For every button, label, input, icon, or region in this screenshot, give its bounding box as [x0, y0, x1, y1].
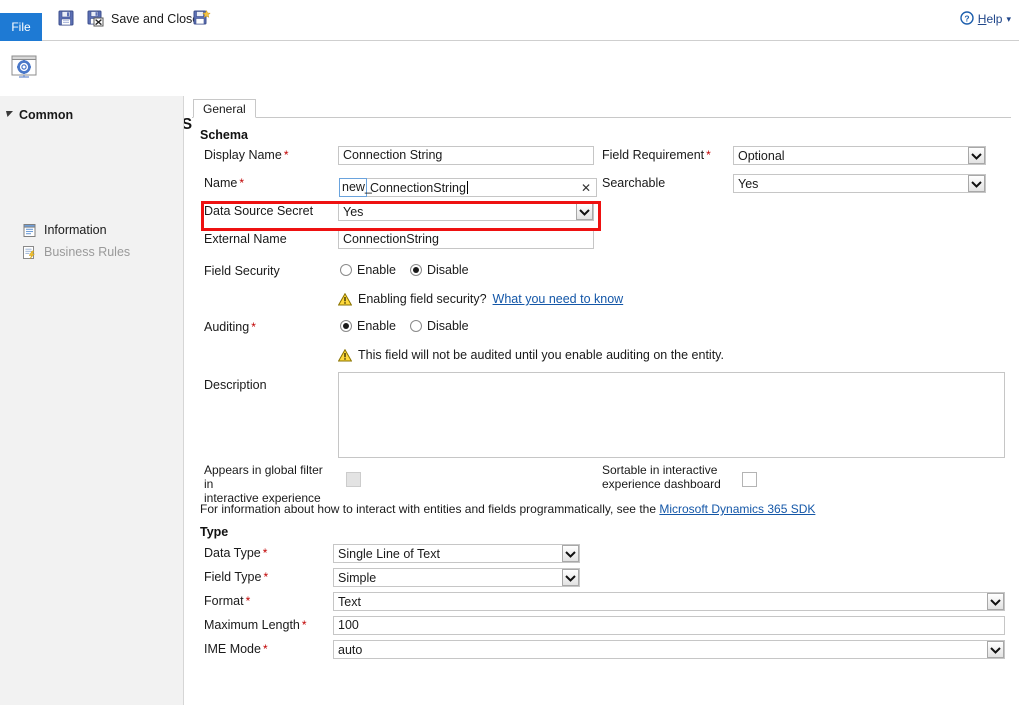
chevron-down-icon: [987, 593, 1004, 610]
chevron-down-icon: [987, 641, 1004, 658]
what-you-need-to-know-link[interactable]: What you need to know: [493, 292, 624, 306]
save-and-close-label: Save and Close: [111, 12, 199, 26]
display-name-input[interactable]: Connection String: [338, 146, 594, 165]
sidebar-item-label: Business Rules: [44, 245, 130, 259]
warning-icon: [338, 349, 352, 362]
help-label-rest: elp: [986, 12, 1002, 26]
field-security-disable-radio[interactable]: Disable: [410, 263, 469, 277]
text-caret: [467, 181, 468, 194]
chevron-down-icon: [562, 545, 579, 562]
radio-on-icon: [410, 264, 422, 276]
warning-icon: [338, 293, 352, 306]
tab-general-label: General: [203, 102, 246, 116]
searchable-select[interactable]: Yes: [733, 174, 986, 193]
name-prefix-box[interactable]: new_: [339, 178, 367, 197]
command-bar: File Save and Close: [0, 0, 1019, 41]
help-icon: ?: [960, 11, 974, 28]
sidebar-item-label: Information: [44, 223, 107, 237]
save-and-close-icon: [87, 9, 105, 30]
field-requirement-select[interactable]: Optional: [733, 146, 986, 165]
sidebar-item-business-rules[interactable]: Business Rules: [22, 242, 130, 262]
section-header-type: Type: [200, 525, 228, 539]
sidebar-group-label: Common: [19, 108, 73, 122]
external-name-label: External Name: [204, 232, 287, 246]
name-input[interactable]: ConnectionString ✕: [366, 178, 597, 197]
auditing-warning: This field will not be audited until you…: [338, 348, 724, 362]
auditing-disable-radio[interactable]: Disable: [410, 319, 469, 333]
global-filter-label: Appears in global filter in interactive …: [204, 463, 329, 505]
save-and-close-button[interactable]: Save and Close: [84, 4, 202, 34]
format-label: Format*: [204, 594, 250, 608]
data-source-secret-select[interactable]: Yes: [338, 202, 594, 221]
sidebar: Common Information Business Rules: [0, 96, 184, 705]
display-name-label: Display Name*: [204, 148, 288, 162]
format-select[interactable]: Text: [333, 592, 1005, 611]
save-icon: [57, 9, 75, 30]
clear-name-icon[interactable]: ✕: [581, 180, 591, 197]
business-rules-icon: [22, 245, 37, 260]
name-label: Name*: [204, 176, 244, 190]
field-type-label: Field Type*: [204, 570, 268, 584]
field-security-label: Field Security: [204, 264, 280, 278]
sortable-label: Sortable in interactive experience dashb…: [602, 463, 732, 491]
sidebar-group-common[interactable]: Common: [6, 108, 73, 122]
field-security-warning: Enabling field security? What you need t…: [338, 292, 623, 306]
save-button[interactable]: [54, 4, 78, 34]
section-header-schema: Schema: [200, 128, 248, 142]
chevron-down-icon: [562, 569, 579, 586]
field-security-radio-group: Enable Disable: [340, 263, 469, 277]
triangle-collapse-icon: [6, 110, 14, 120]
chevron-down-icon: ▾: [1006, 14, 1011, 25]
external-name-input[interactable]: ConnectionString: [338, 230, 594, 249]
tab-general[interactable]: General: [193, 99, 256, 118]
field-entity-icon: [10, 53, 38, 81]
radio-off-icon: [340, 264, 352, 276]
field-requirement-label: Field Requirement*: [602, 148, 711, 162]
chevron-down-icon: [576, 203, 593, 220]
sdk-note-text: For information about how to interact wi…: [200, 502, 656, 516]
information-icon: [22, 223, 37, 238]
file-menu-label: File: [11, 20, 30, 34]
help-button[interactable]: ? Help ▾: [960, 6, 1011, 32]
searchable-label: Searchable: [602, 176, 665, 190]
sidebar-item-information[interactable]: Information: [22, 220, 107, 240]
file-menu-button[interactable]: File: [0, 13, 42, 41]
svg-text:?: ?: [964, 13, 969, 23]
field-security-warning-text: Enabling field security?: [358, 292, 487, 306]
save-and-new-button[interactable]: [190, 4, 214, 34]
data-source-secret-label: Data Source Secret: [204, 204, 313, 218]
field-security-enable-radio[interactable]: Enable: [340, 263, 396, 277]
maximum-length-label: Maximum Length*: [204, 618, 307, 632]
auditing-radio-group: Enable Disable: [340, 319, 469, 333]
tab-strip: General: [192, 99, 1011, 118]
auditing-warning-text: This field will not be audited until you…: [358, 348, 724, 362]
radio-off-icon: [410, 320, 422, 332]
name-input-value: ConnectionString: [367, 181, 466, 195]
help-label: Help: [978, 12, 1003, 26]
auditing-label: Auditing*: [204, 320, 256, 334]
ime-mode-select[interactable]: auto: [333, 640, 1005, 659]
radio-on-icon: [340, 320, 352, 332]
chevron-down-icon: [968, 147, 985, 164]
global-filter-checkbox[interactable]: [346, 472, 361, 487]
data-type-label: Data Type*: [204, 546, 267, 560]
maximum-length-input[interactable]: 100: [333, 616, 1005, 635]
description-label: Description: [204, 378, 267, 392]
auditing-enable-radio[interactable]: Enable: [340, 319, 396, 333]
description-textarea[interactable]: [338, 372, 1005, 458]
chevron-down-icon: [968, 175, 985, 192]
sortable-checkbox[interactable]: [742, 472, 757, 487]
field-type-select[interactable]: Simple: [333, 568, 580, 587]
dynamics-365-sdk-link[interactable]: Microsoft Dynamics 365 SDK: [659, 502, 815, 516]
ime-mode-label: IME Mode*: [204, 642, 268, 656]
data-type-select[interactable]: Single Line of Text: [333, 544, 580, 563]
page-header: Field New for DemoDataSource Working on …: [0, 41, 1019, 93]
save-and-new-icon: [193, 9, 211, 30]
form-content: General Schema Display Name* Connection …: [192, 96, 1019, 705]
sdk-note: For information about how to interact wi…: [200, 502, 815, 516]
